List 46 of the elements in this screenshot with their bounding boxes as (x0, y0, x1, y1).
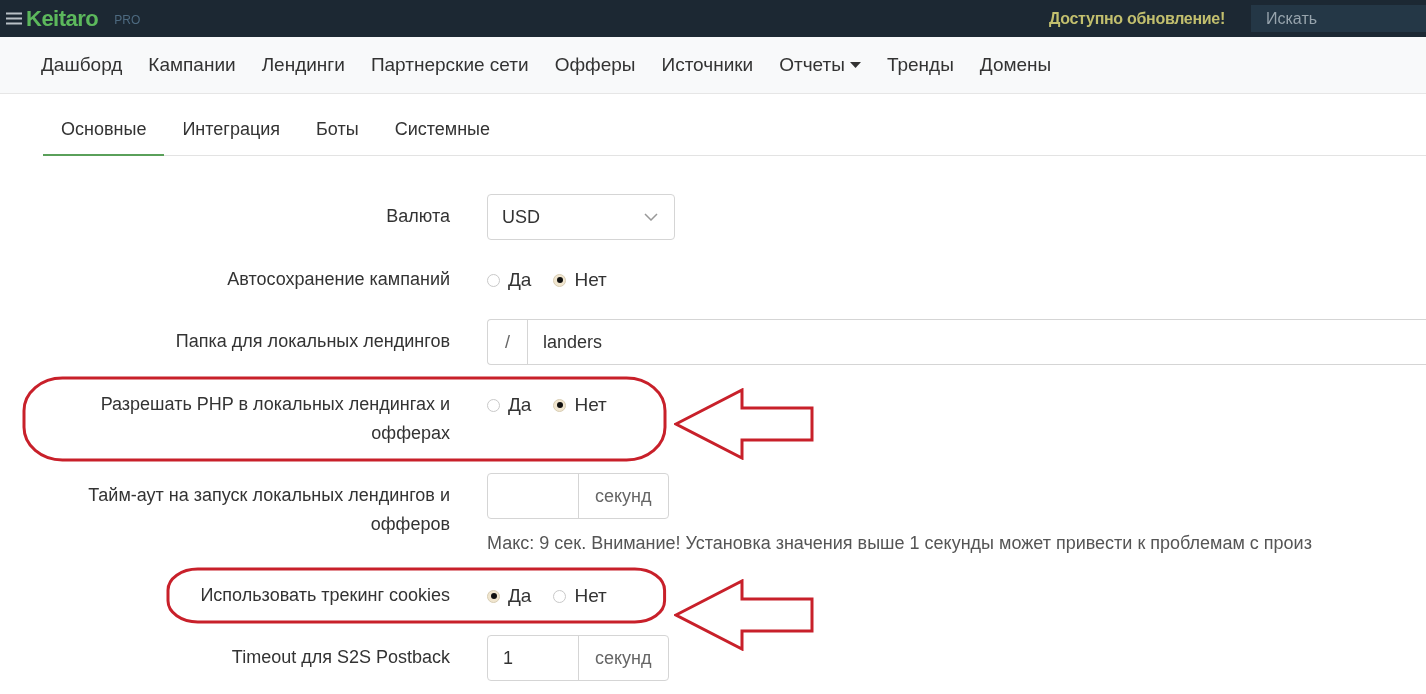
update-notice[interactable]: Доступно обновление! (1048, 9, 1225, 28)
seconds-input[interactable]: секунд (487, 473, 669, 519)
nav-item[interactable]: Кампании (135, 54, 249, 76)
nav-item[interactable]: Тренды (873, 54, 967, 76)
field-label: Использовать трекинг cookies (200, 584, 450, 607)
radio-button[interactable] (487, 398, 500, 412)
radio-option[interactable]: Нет (553, 265, 607, 295)
settings-tab[interactable]: Основные (43, 94, 165, 156)
nav-item[interactable]: Источники (648, 54, 767, 76)
radio-option[interactable]: Нет (553, 390, 607, 420)
radio-button[interactable] (553, 273, 567, 287)
search-field[interactable]: Искать (1251, 5, 1426, 32)
nav-item[interactable]: Офферы (541, 54, 649, 76)
arrow-icon (674, 388, 814, 460)
settings-tab[interactable]: Системные (376, 94, 509, 156)
help-text: Макс: 9 сек. Внимание! Установка значения выше 1 секунды может привести к проблемам с произ (487, 532, 1313, 555)
edition-label: PRO (114, 13, 141, 27)
currency-select[interactable]: USD (487, 194, 675, 240)
radio-button[interactable] (487, 273, 500, 287)
nav-item[interactable]: Дашборд (28, 54, 136, 76)
caret-icon (849, 61, 861, 69)
nav-item[interactable]: Отчеты (766, 54, 874, 76)
nav-item[interactable]: Лендинги (248, 54, 358, 76)
nav-item[interactable]: Партнерские сети (357, 54, 542, 76)
field-label: Timeout для S2S Postback (231, 646, 450, 669)
radio-option[interactable]: Да (487, 265, 532, 295)
field-label: Автосохранение кампаний (227, 268, 450, 291)
field-label: Папка для локальных лендингов (175, 330, 450, 353)
radio-option[interactable]: Да (487, 390, 532, 420)
settings-tab[interactable]: Боты (298, 94, 377, 156)
field-label: Валюта (386, 205, 450, 228)
settings-tab[interactable]: Интеграция (164, 94, 299, 156)
folder-input[interactable]: / landers (487, 319, 1426, 365)
radio-button[interactable] (553, 589, 567, 603)
field-label: Тайм-аут на запуск локальных лендингов и офферов (87, 484, 450, 536)
radio-button[interactable] (487, 589, 500, 603)
logo[interactable]: Keitaro (26, 5, 99, 32)
radio-option[interactable]: Нет (553, 581, 607, 611)
radio-option[interactable]: Да (487, 581, 532, 611)
radio-button[interactable] (553, 398, 567, 412)
arrow-icon (674, 579, 814, 651)
field-label: Разрешать PHP в локальных лендингах и офферах (99, 393, 450, 445)
chevron-down-icon (644, 213, 658, 221)
menu-icon[interactable] (6, 12, 22, 25)
seconds-input[interactable]: 1 секунд (487, 635, 669, 681)
nav-item[interactable]: Домены (966, 54, 1065, 76)
